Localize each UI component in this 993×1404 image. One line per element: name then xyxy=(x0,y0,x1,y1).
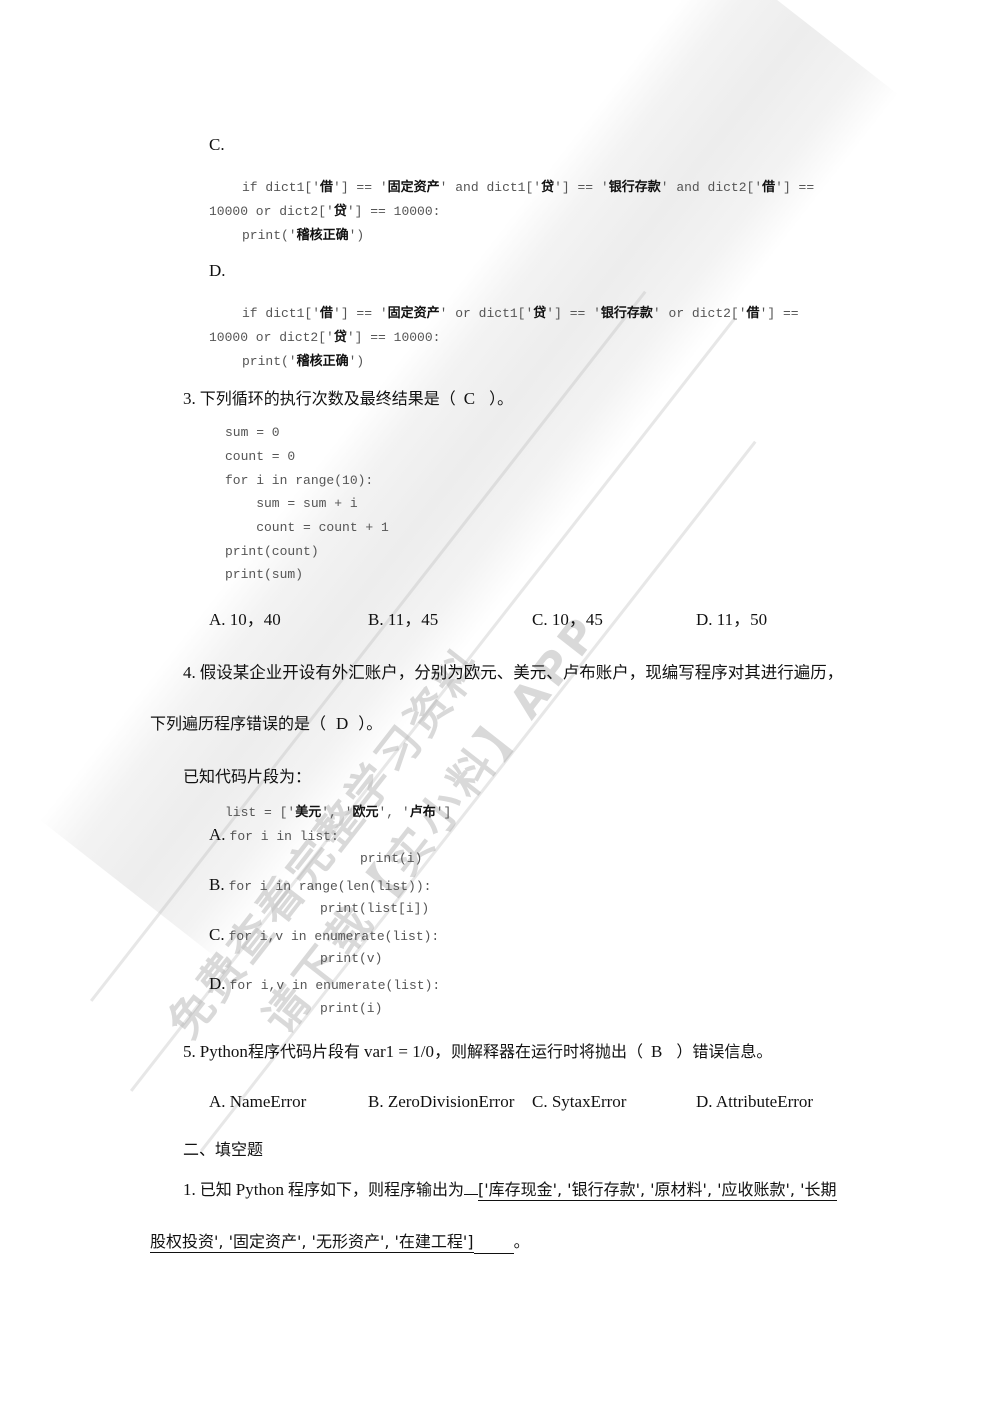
q4-stem-line2: 下列遍历程序错误的是（ D ）。 xyxy=(150,714,383,733)
q3-code-line: sum = sum + i xyxy=(225,496,358,511)
blank-tail xyxy=(473,1234,514,1254)
q3-code-line: print(sum) xyxy=(225,567,304,582)
q2-option-d-code-line2: 10000 or dict2['贷'] == 10000: xyxy=(209,330,441,345)
q5-answer: B xyxy=(651,1042,663,1061)
q5-option-a: A. NameError xyxy=(209,1092,307,1111)
q3-stem: 3. 下列循环的执行次数及最终结果是（ C ）。 xyxy=(183,385,513,409)
q2-option-d-code-line3: print('稽核正确') xyxy=(242,354,365,369)
q3-stem-end: ）。 xyxy=(489,389,514,408)
section2-title: 二、填空题 xyxy=(183,1140,264,1159)
blank-lead xyxy=(463,1193,478,1195)
section2-q1-answer-line1: ['库存现金', '银行存款', '原材料', '应收账款', '长期 xyxy=(477,1180,837,1201)
q4-stem-line1: 4. 假设某企业开设有外汇账户，分别为欧元、美元、卢布账户，现编写程序对其进行遍… xyxy=(183,663,844,682)
q4-number: 4. xyxy=(183,663,196,682)
q4-option-c: C. for i,v in enumerate(list): xyxy=(209,925,440,944)
q4-list-code: list = ['美元', '欧元', '卢布'] xyxy=(225,805,452,820)
q2-option-d-label: D. xyxy=(209,261,226,280)
q5-number: 5. xyxy=(183,1042,196,1061)
q3-answer: C xyxy=(463,389,476,408)
q3-option-c: C. 10，45 xyxy=(532,610,603,629)
watermark-band xyxy=(40,0,899,962)
q3-option-b: B. 11，45 xyxy=(368,610,439,629)
q5-option-c: C. SytaxError xyxy=(532,1092,627,1111)
q4-option-a: A. for i in list: xyxy=(209,825,339,844)
document-page: 免费查看完整学习资料 请下载【实小料】APP C. if dict1['借'] … xyxy=(0,0,993,1404)
q3-number: 3. xyxy=(183,389,196,408)
section2-q1-line2: 股权投资', '固定资产', '无形资产', '在建工程'] 。 xyxy=(150,1228,530,1254)
q2-option-c-code-line2: 10000 or dict2['贷'] == 10000: xyxy=(209,204,441,219)
section2-q1-line1: 1. 已知 Python 程序如下，则程序输出为 ['库存现金', '银行存款',… xyxy=(183,1180,837,1201)
q4-option-d-line2: print(i) xyxy=(320,1001,383,1016)
q3-code-line: print(count) xyxy=(225,544,319,559)
q2-option-d-code-line1: if dict1['借'] == '固定资产' or dict1['贷'] ==… xyxy=(242,306,799,321)
q5-stem: 5. Python程序代码片段有 var1 = 1/0，则解释器在运行时将抛出（… xyxy=(183,1042,773,1061)
q3-code-line: for i in range(10): xyxy=(225,473,374,488)
q4-option-b: B. for i in range(len(list)): xyxy=(209,875,432,894)
q4-option-d: D. for i,v in enumerate(list): xyxy=(209,974,441,993)
q4-option-a-line2: print(i) xyxy=(360,851,423,866)
q2-option-c-code-line1: if dict1['借'] == '固定资产' and dict1['贷'] =… xyxy=(242,180,815,195)
q3-code-line: count = count + 1 xyxy=(225,520,389,535)
q4-known-label: 已知代码片段为： xyxy=(183,767,312,786)
q5-option-d: D. AttributeError xyxy=(696,1092,814,1111)
q3-code-line: count = 0 xyxy=(225,449,296,464)
q3-stem-text: 下列循环的执行次数及最终结果是（ xyxy=(199,389,456,408)
q4-option-b-line2: print(list[i]) xyxy=(320,901,430,916)
q4-option-c-line2: print(v) xyxy=(320,951,383,966)
section2-q1-answer-line2: 股权投资', '固定资产', '无形资产', '在建工程'] xyxy=(150,1232,474,1253)
q2-option-c-label: C. xyxy=(209,135,225,154)
q3-option-d: D. 11，50 xyxy=(696,610,768,629)
q3-option-a: A. 10，40 xyxy=(209,610,281,629)
q5-option-b: B. ZeroDivisionError xyxy=(368,1092,515,1111)
q2-option-c-code-line3: print('稽核正确') xyxy=(242,228,365,243)
q3-code-line: sum = 0 xyxy=(225,425,280,440)
q4-answer: D xyxy=(336,714,349,733)
